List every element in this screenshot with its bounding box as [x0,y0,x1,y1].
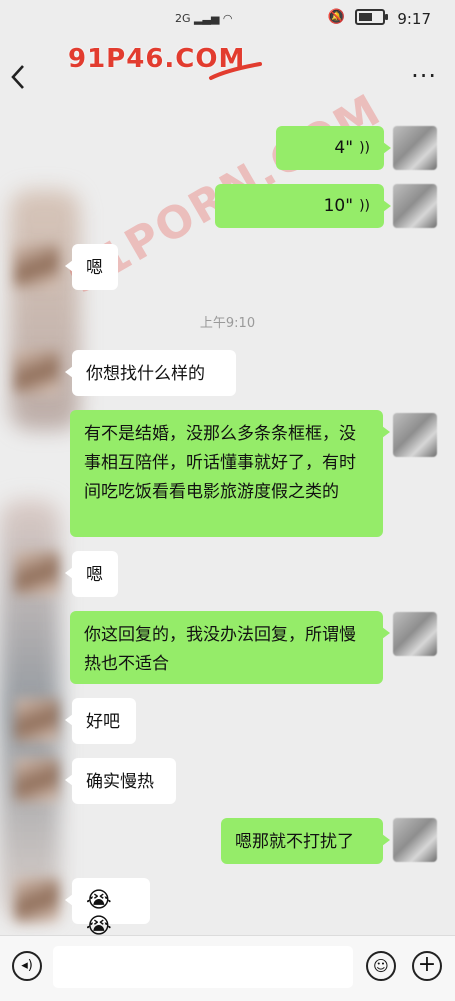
timestamp: 上午9:10 [199,316,256,331]
more-dots-icon: ··· [411,62,437,90]
text-message[interactable]: 你这回复的，我没办法回复，所谓慢热也不适合 [70,611,390,684]
avatar[interactable] [393,126,437,170]
voice-wave-icon: )) [359,139,370,156]
back-button[interactable] [10,64,40,98]
voice-duration: 10" [323,195,354,216]
voice-wave-icon: )) [359,197,370,214]
text-message[interactable]: 你想找什么样的 [65,350,236,396]
avatar[interactable] [393,818,437,862]
blur-redaction [10,190,80,430]
avatar[interactable] [15,878,59,922]
avatar[interactable] [15,758,59,802]
emoji-button[interactable]: ☺ [366,951,396,981]
plus-button[interactable]: + [412,951,442,981]
text-message[interactable]: 嗯那就不打扰了 [221,818,390,864]
voice-message[interactable]: 4" )) [276,126,391,170]
voice-mode-button[interactable]: ◂) [12,951,42,981]
status-time: 9:17 [397,10,431,28]
text-message[interactable]: 确实慢热 [65,758,176,804]
avatar[interactable] [393,612,437,656]
voice-message[interactable]: 10" )) [215,184,391,228]
voice-duration: 4" [334,137,354,158]
avatar[interactable] [15,350,59,394]
chevron-left-icon [11,65,24,89]
input-toolbar: ◂) ☺ + [0,935,455,1001]
emoji-icon: ☺ [373,957,389,975]
voice-mode-icon: ◂) [21,958,33,973]
status-bar: 2G ▂▃▅ ◠ 🔕 9:17 [0,0,455,40]
battery-icon [355,9,388,25]
text-message[interactable]: 有不是结婚，没那么多条条框框，没事相互陪伴，听话懂事就好了，有时间吃吃饭看看电影… [70,410,390,537]
avatar[interactable] [393,413,437,457]
message-input[interactable] [53,946,353,988]
avatar[interactable] [15,244,59,288]
plus-icon: + [417,952,437,977]
emoji-message[interactable]: 😭😭 [65,878,150,939]
text-message[interactable]: 嗯 [65,551,118,597]
text-message[interactable]: 好吧 [65,698,136,744]
avatar[interactable] [15,551,59,595]
more-button[interactable]: ··· [411,62,437,90]
avatar[interactable] [393,184,437,228]
text-message[interactable]: 嗯 [65,244,118,290]
status-icons-right: 🔕 [327,9,388,25]
signal-wifi-icons: 2G ▂▃▅ ◠ [175,12,233,25]
avatar[interactable] [15,698,59,742]
mute-icon: 🔕 [327,9,345,25]
nav-bar: ··· [0,40,455,120]
